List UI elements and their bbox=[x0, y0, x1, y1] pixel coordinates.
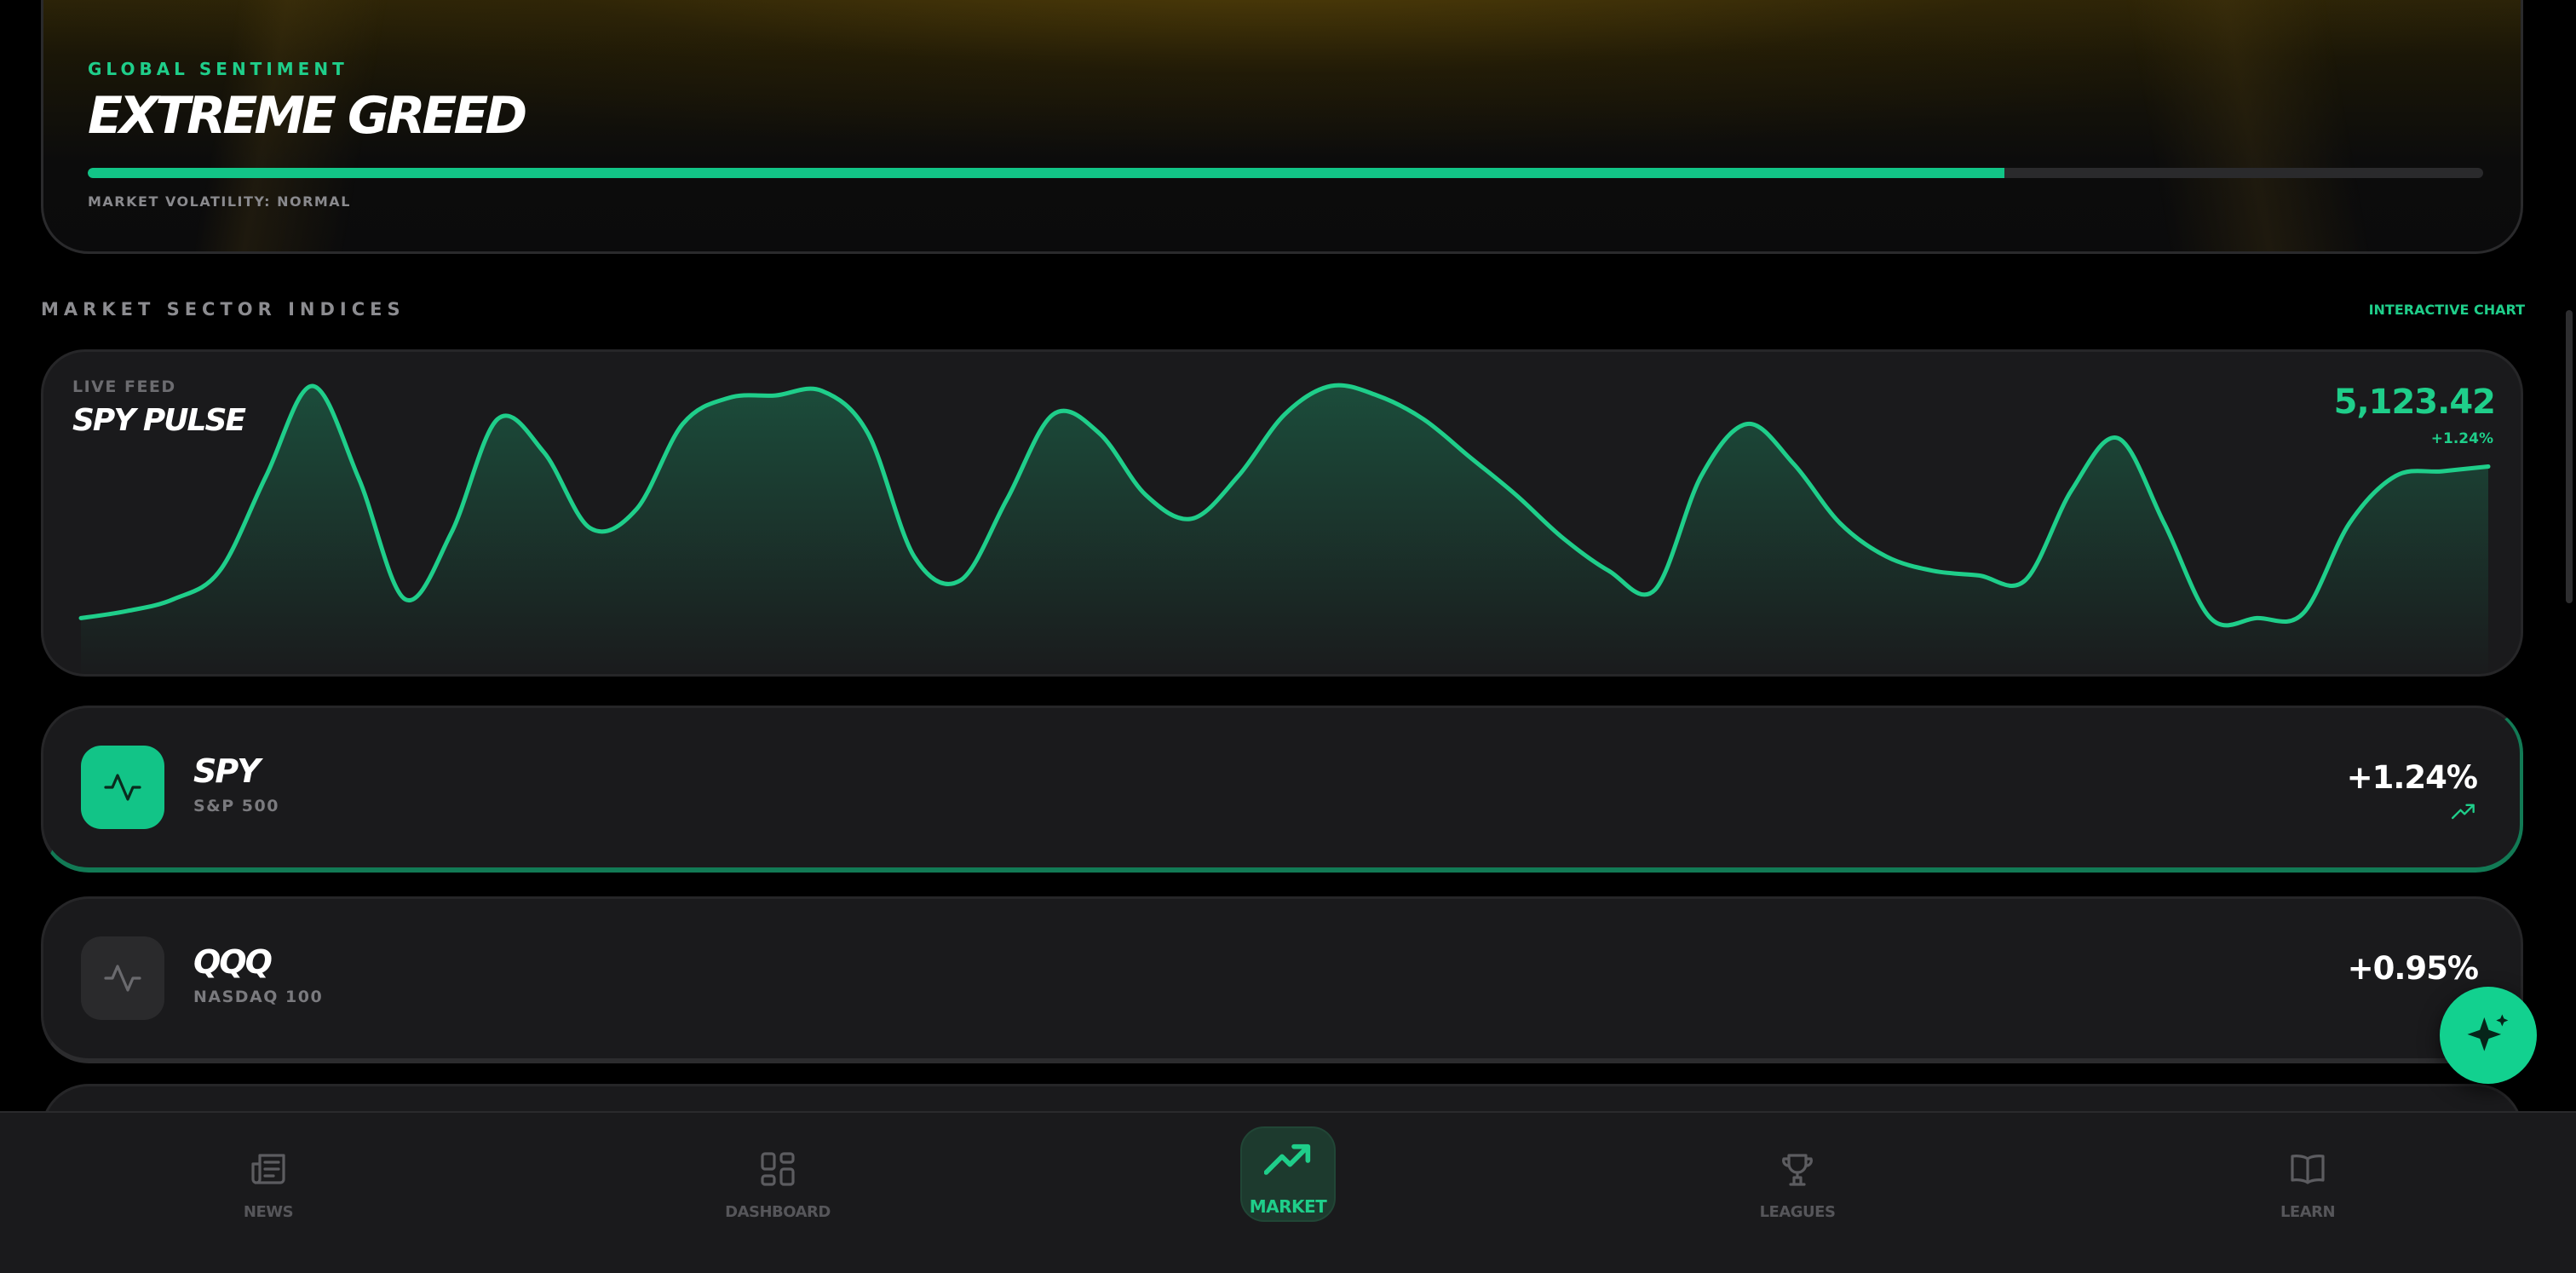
nav-news[interactable]: NEWS bbox=[166, 1113, 371, 1273]
bottom-navigation: NEWS DASHBOARD MARKET LEAGUES LEARN bbox=[0, 1111, 2576, 1273]
sentiment-card: GLOBAL SENTIMENT EXTREME GREED MARKET VO… bbox=[41, 0, 2523, 254]
nav-learn[interactable]: LEARN bbox=[2205, 1113, 2410, 1273]
nav-label: NEWS bbox=[243, 1203, 294, 1221]
trophy-icon bbox=[1782, 1154, 1813, 1186]
index-icon-qqq bbox=[81, 936, 164, 1020]
live-feed-label: LIVE FEED bbox=[72, 377, 176, 396]
sentiment-meter-fill bbox=[88, 168, 2004, 178]
activity-icon bbox=[104, 965, 141, 992]
activity-icon bbox=[104, 774, 141, 801]
pulse-change: +1.24% bbox=[2430, 430, 2493, 447]
index-symbol: SPY bbox=[193, 752, 261, 790]
nav-label: MARKET bbox=[1249, 1196, 1327, 1217]
index-symbol: QQQ bbox=[193, 943, 273, 981]
nav-label: DASHBOARD bbox=[725, 1203, 831, 1221]
sentiment-eyebrow: GLOBAL SENTIMENT bbox=[88, 59, 348, 79]
pulse-area bbox=[81, 385, 2488, 674]
nav-dashboard[interactable]: DASHBOARD bbox=[676, 1113, 880, 1273]
pulse-price: 5,123.42 bbox=[2333, 383, 2496, 422]
market-screen: GLOBAL SENTIMENT EXTREME GREED MARKET VO… bbox=[0, 0, 2576, 1273]
nav-label: LEARN bbox=[2280, 1203, 2336, 1221]
volatility-label: MARKET VOLATILITY: NORMAL bbox=[88, 193, 351, 210]
pulse-chart[interactable] bbox=[43, 352, 2523, 677]
nav-leagues[interactable]: LEAGUES bbox=[1695, 1113, 1900, 1273]
trending-up-icon bbox=[1264, 1143, 1311, 1175]
section-title: MARKET SECTOR INDICES bbox=[41, 299, 405, 320]
index-name: NASDAQ 100 bbox=[193, 988, 324, 1006]
index-change: +1.24% bbox=[2346, 759, 2478, 796]
newspaper-icon bbox=[251, 1154, 285, 1184]
sentiment-title: EXTREME GREED bbox=[88, 86, 527, 146]
nav-label: LEAGUES bbox=[1759, 1203, 1836, 1221]
spy-pulse-chart-card[interactable]: LIVE FEED SPY PULSE 5,123.42 +1.24% bbox=[41, 349, 2523, 677]
index-row-spy[interactable]: SPY S&P 500 +1.24% bbox=[41, 706, 2523, 873]
sentiment-meter bbox=[88, 168, 2483, 178]
nav-market[interactable]: MARKET bbox=[1186, 1113, 1390, 1273]
trending-up-icon bbox=[2452, 804, 2475, 820]
index-name: S&P 500 bbox=[193, 797, 279, 815]
interactive-chart-link[interactable]: INTERACTIVE CHART bbox=[2369, 302, 2525, 318]
scrollbar-thumb[interactable] bbox=[2566, 310, 2573, 603]
index-icon-spy bbox=[81, 746, 164, 829]
index-change: +0.95% bbox=[2347, 950, 2479, 987]
pulse-title: SPY PULSE bbox=[72, 403, 246, 438]
index-row-qqq[interactable]: QQQ NASDAQ 100 +0.95% bbox=[41, 896, 2523, 1063]
ai-assistant-button[interactable] bbox=[2440, 987, 2537, 1084]
grid-icon bbox=[761, 1152, 795, 1186]
sparkle-icon bbox=[2467, 1014, 2509, 1051]
book-icon bbox=[2291, 1155, 2325, 1184]
